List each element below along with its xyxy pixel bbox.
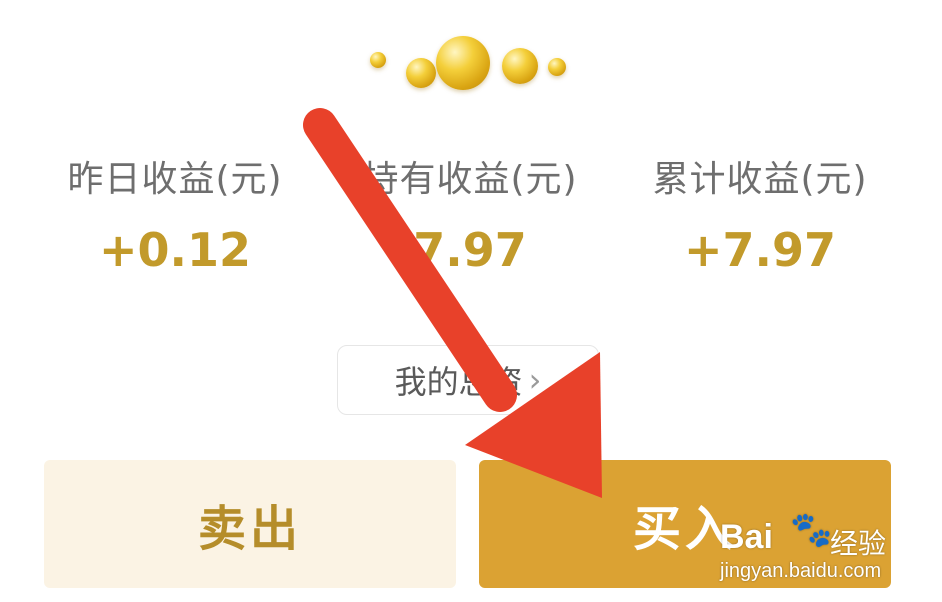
fund-detail-page: 昨日收益(元) +0.12 持有收益(元) 7.97 累计收益(元) +7.97…	[0, 0, 942, 602]
assets-link-label: 我的总资	[394, 363, 523, 401]
watermark-brand: Bai	[720, 518, 773, 556]
gold-bead-icon	[406, 58, 436, 88]
stat-value: 7.97	[413, 223, 527, 277]
gold-bead-icon	[548, 58, 566, 76]
my-total-assets-link[interactable]: 我的总资 ›	[337, 345, 599, 415]
stat-label: 昨日收益(元)	[67, 159, 283, 200]
paw-icon: 🐾	[790, 510, 833, 550]
stat-value: +0.12	[98, 223, 252, 277]
stat-label: 累计收益(元)	[652, 159, 868, 200]
chevron-right-icon: ›	[528, 361, 542, 399]
gold-bead-icon	[370, 52, 386, 68]
watermark-domain: jingyan.baidu.com	[720, 560, 882, 582]
sell-button[interactable]: 卖出	[44, 460, 456, 588]
watermark-suffix: 经验	[830, 527, 887, 560]
gold-bead-icon	[502, 48, 538, 84]
stat-label: 持有收益(元)	[362, 159, 578, 200]
baidu-jingyan-watermark: Bai 🐾 经验 jingyan.baidu.com	[720, 500, 920, 590]
stat-cumulative-earnings: 累计收益(元) +7.97	[640, 150, 880, 280]
stat-yesterday-earnings: 昨日收益(元) +0.12	[55, 150, 295, 280]
gold-bead-icon	[436, 36, 490, 90]
stat-holding-earnings: 持有收益(元) 7.97	[350, 150, 590, 280]
gold-beads-decoration	[360, 30, 580, 100]
stat-value: +7.97	[683, 223, 837, 277]
